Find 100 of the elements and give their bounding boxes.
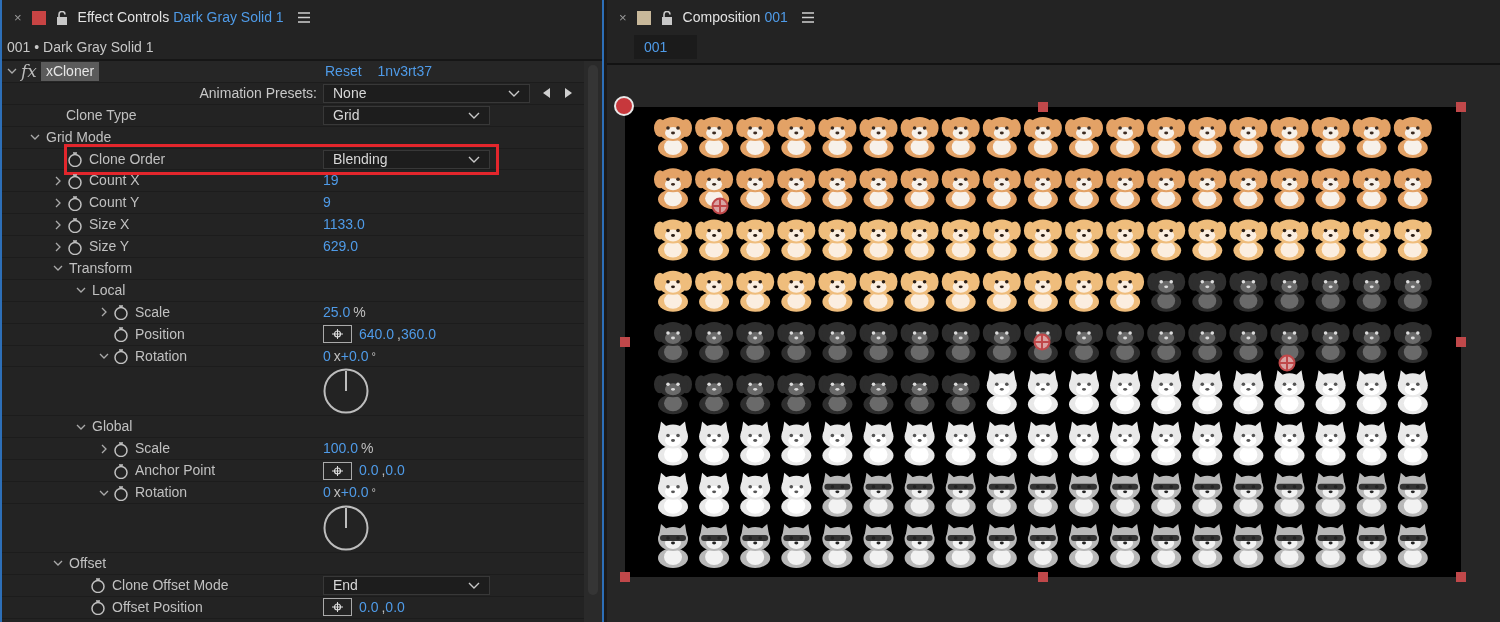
menu-icon[interactable]	[297, 12, 310, 23]
puppy-drawing	[1393, 117, 1432, 158]
dropdown[interactable]: None	[323, 83, 530, 103]
property-value[interactable]: 1133.0	[323, 214, 365, 236]
stopwatch-icon[interactable]	[90, 599, 106, 616]
stopwatch-icon[interactable]	[90, 577, 106, 594]
layer-name[interactable]: Dark Gray Solid 1	[173, 7, 284, 28]
close-button[interactable]: ×	[14, 7, 22, 28]
unit-label: %	[353, 302, 366, 322]
rotation-dial[interactable]	[323, 368, 369, 415]
menu-icon[interactable]	[801, 12, 814, 23]
lock-icon[interactable]	[660, 10, 673, 25]
selection-handle[interactable]	[1456, 337, 1466, 347]
property-value[interactable]: 0.0	[385, 596, 405, 618]
property-value[interactable]: 640.0	[359, 323, 395, 345]
property-value[interactable]: 0.0	[359, 460, 379, 482]
property-label: Clone Type	[65, 105, 137, 125]
scrollbar[interactable]	[584, 61, 602, 622]
property-label: Scale	[134, 302, 171, 322]
revolutions-value[interactable]: 0	[323, 345, 331, 367]
cat-drawing	[1069, 370, 1099, 415]
degrees-value[interactable]: +0.0	[340, 482, 369, 504]
puppy-drawing	[695, 373, 734, 415]
property-value[interactable]: 25.0	[323, 301, 351, 323]
dropdown[interactable]: Grid	[323, 105, 490, 125]
property-value[interactable]: 0.0	[359, 596, 379, 618]
crosshair-target-icon[interactable]	[323, 325, 352, 344]
property-value[interactable]: 9	[323, 192, 331, 214]
cat-drawing	[1356, 524, 1387, 568]
stopwatch-icon[interactable]	[67, 216, 83, 233]
lock-icon[interactable]	[55, 10, 68, 25]
separator-label: x	[333, 346, 341, 366]
cat-drawing	[1233, 472, 1264, 517]
cat-drawing	[1274, 472, 1305, 517]
crosshair-icon[interactable]	[1278, 354, 1296, 372]
unit-label: %	[361, 439, 374, 459]
previous-preset-icon[interactable]	[542, 87, 551, 100]
close-button[interactable]: ×	[619, 7, 627, 28]
dropdown[interactable]: Blending	[323, 149, 490, 169]
cat-drawing	[1027, 472, 1058, 517]
stopwatch-icon[interactable]	[67, 238, 83, 255]
cat-drawing	[1110, 370, 1141, 415]
cat-drawing	[1027, 524, 1058, 568]
stopwatch-icon[interactable]	[113, 304, 129, 321]
cat-drawing	[658, 472, 688, 517]
dropdown[interactable]: End	[323, 575, 490, 595]
stopwatch-icon[interactable]	[113, 462, 129, 479]
stopwatch-icon[interactable]	[67, 194, 83, 211]
panel-title: Composition	[682, 8, 761, 27]
next-preset-icon[interactable]	[564, 87, 573, 100]
selection-handle[interactable]	[1038, 572, 1048, 582]
property-value[interactable]: 629.0	[323, 236, 359, 258]
crosshair-icon[interactable]	[1033, 333, 1051, 351]
stopwatch-icon[interactable]	[113, 440, 129, 457]
degrees-value[interactable]: +0.0	[340, 345, 369, 367]
about-link[interactable]: 1nv3rt37	[377, 60, 433, 82]
effect-fx-label[interactable]: fx	[21, 62, 37, 81]
separator-label: ,	[381, 597, 386, 617]
rotation-dial[interactable]	[323, 505, 369, 552]
puppy-drawing	[1065, 117, 1103, 158]
puppy-drawing	[1106, 117, 1145, 158]
reset-link[interactable]: Reset	[325, 60, 362, 82]
cat-drawing	[904, 524, 935, 568]
selection-handle[interactable]	[620, 337, 630, 347]
property-label: Size Y	[88, 237, 130, 257]
anchor-point-marker[interactable]	[614, 96, 634, 116]
selection-handle[interactable]	[620, 572, 630, 582]
composition-button[interactable]: 001	[634, 35, 697, 59]
crosshair-icon[interactable]	[711, 197, 729, 215]
cat-drawing	[822, 472, 853, 517]
stopwatch-icon[interactable]	[113, 326, 129, 343]
stopwatch-icon[interactable]	[113, 348, 129, 365]
stopwatch-icon[interactable]	[113, 484, 129, 501]
label-color-swatch[interactable]	[31, 10, 46, 25]
stopwatch-icon[interactable]	[67, 172, 83, 189]
cat-drawing	[986, 370, 1017, 415]
cat-drawing	[1192, 370, 1223, 415]
puppy-drawing	[1311, 219, 1350, 261]
stopwatch-icon[interactable]	[67, 151, 83, 167]
puppy-drawing	[736, 373, 775, 415]
crosshair-target-icon[interactable]	[323, 461, 352, 480]
property-value[interactable]: 19	[323, 170, 339, 192]
selection-handle[interactable]	[1456, 572, 1466, 582]
puppy-drawing	[1270, 168, 1309, 210]
revolutions-value[interactable]: 0	[323, 482, 331, 504]
puppy-drawing	[695, 219, 734, 261]
cat-drawing	[699, 472, 730, 517]
puppy-drawing	[654, 322, 692, 363]
label-color-swatch[interactable]	[636, 10, 651, 25]
composition-name[interactable]: 001	[764, 7, 788, 28]
composition-frame[interactable]	[625, 107, 1461, 577]
puppy-drawing	[1188, 219, 1227, 261]
cat-drawing	[986, 524, 1017, 568]
property-value[interactable]: 100.0	[323, 438, 359, 460]
cat-drawing	[986, 472, 1017, 517]
selection-handle[interactable]	[1038, 102, 1048, 112]
crosshair-target-icon[interactable]	[323, 598, 352, 617]
selection-handle[interactable]	[1456, 102, 1466, 112]
property-value[interactable]: 0.0	[385, 460, 405, 482]
property-label: Local	[91, 280, 126, 300]
